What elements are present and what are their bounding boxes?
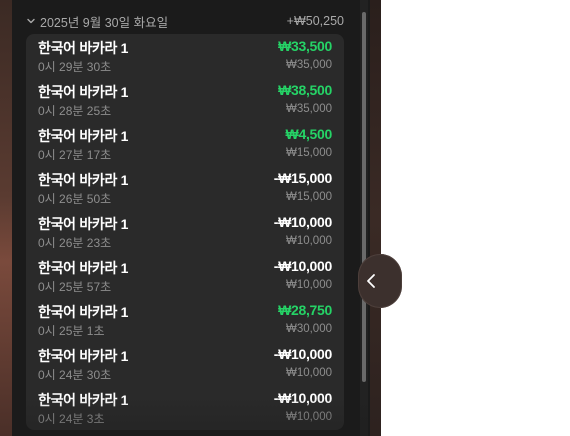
game-title: 한국어 바카라 1 (38, 348, 129, 364)
bet-time: 0시 25분 57초 (38, 280, 112, 294)
game-title: 한국어 바카라 1 (38, 84, 129, 100)
win-loss-amount: ₩28,750 (278, 302, 332, 318)
bet-history-panel: 2025년 9월 30일 화요일 +₩50,250 한국어 바카라 1 0시 2… (12, 0, 370, 436)
collapse-panel-button[interactable] (358, 254, 402, 308)
bet-row[interactable]: 한국어 바카라 1 0시 29분 30초 ₩33,500 ₩35,000 (26, 34, 344, 78)
bet-row[interactable]: 한국어 바카라 1 0시 26분 23초 -₩10,000 ₩10,000 (26, 210, 344, 254)
bet-row[interactable]: 한국어 바카라 1 0시 27분 17초 ₩4,500 ₩15,000 (26, 122, 344, 166)
game-title: 한국어 바카라 1 (38, 392, 129, 408)
bet-amount: ₩10,000 (285, 279, 332, 291)
win-loss-amount: -₩10,000 (273, 214, 333, 230)
game-title: 한국어 바카라 1 (38, 260, 129, 276)
bet-row[interactable]: 한국어 바카라 1 0시 25분 57초 -₩10,000 ₩10,000 (26, 254, 344, 298)
bet-time: 0시 24분 30초 (38, 368, 112, 382)
bet-time: 0시 28분 25초 (38, 104, 112, 118)
scrollbar-thumb[interactable] (362, 12, 366, 382)
win-loss-amount: ₩33,500 (278, 38, 332, 54)
game-title: 한국어 바카라 1 (38, 128, 129, 144)
game-background-left (0, 0, 12, 436)
bet-row[interactable]: 한국어 바카라 1 0시 24분 30초 -₩10,000 ₩10,000 (26, 342, 344, 386)
date-group-header[interactable]: 2025년 9월 30일 화요일 +₩50,250 (26, 11, 344, 31)
date-total: +₩50,250 (286, 14, 344, 28)
bet-amount: ₩15,000 (285, 147, 332, 159)
bet-time: 0시 27분 17초 (38, 148, 112, 162)
bet-amount: ₩35,000 (285, 59, 332, 71)
game-background-right (370, 0, 381, 436)
bet-amount: ₩10,000 (285, 411, 332, 423)
bet-amount: ₩10,000 (285, 367, 332, 379)
win-loss-amount: ₩38,500 (278, 82, 332, 98)
bet-row[interactable]: 한국어 바카라 1 0시 26분 50초 -₩15,000 ₩15,000 (26, 166, 344, 210)
bet-row[interactable]: 한국어 바카라 1 0시 28분 25초 ₩38,500 ₩35,000 (26, 78, 344, 122)
game-title: 한국어 바카라 1 (38, 216, 129, 232)
chevron-down-icon (27, 18, 35, 24)
bet-list: 한국어 바카라 1 0시 29분 30초 ₩33,500 ₩35,000 한국어… (26, 34, 344, 430)
game-title: 한국어 바카라 1 (38, 304, 129, 320)
win-loss-amount: -₩15,000 (273, 170, 333, 186)
bet-amount: ₩15,000 (285, 191, 332, 203)
bet-time: 0시 26분 23초 (38, 236, 112, 250)
bet-amount: ₩35,000 (285, 103, 332, 115)
win-loss-amount: -₩10,000 (273, 258, 333, 274)
chevron-left-icon (367, 274, 375, 288)
game-title: 한국어 바카라 1 (38, 172, 129, 188)
bet-time: 0시 26분 50초 (38, 192, 112, 206)
bet-time: 0시 25분 1초 (38, 324, 105, 338)
game-title: 한국어 바카라 1 (38, 40, 129, 56)
bet-row[interactable]: 한국어 바카라 1 0시 24분 3초 -₩10,000 ₩10,000 (26, 386, 344, 430)
bet-time: 0시 24분 3초 (38, 412, 105, 426)
date-label: 2025년 9월 30일 화요일 (40, 15, 169, 30)
bet-amount: ₩10,000 (285, 235, 332, 247)
win-loss-amount: -₩10,000 (273, 346, 333, 362)
bet-amount: ₩30,000 (285, 323, 332, 335)
win-loss-amount: -₩10,000 (273, 390, 333, 406)
date-group-toggle[interactable]: 2025년 9월 30일 화요일 (26, 12, 168, 31)
win-loss-amount: ₩4,500 (285, 126, 333, 142)
bet-time: 0시 29분 30초 (38, 60, 112, 74)
bet-row[interactable]: 한국어 바카라 1 0시 25분 1초 ₩28,750 ₩30,000 (26, 298, 344, 342)
